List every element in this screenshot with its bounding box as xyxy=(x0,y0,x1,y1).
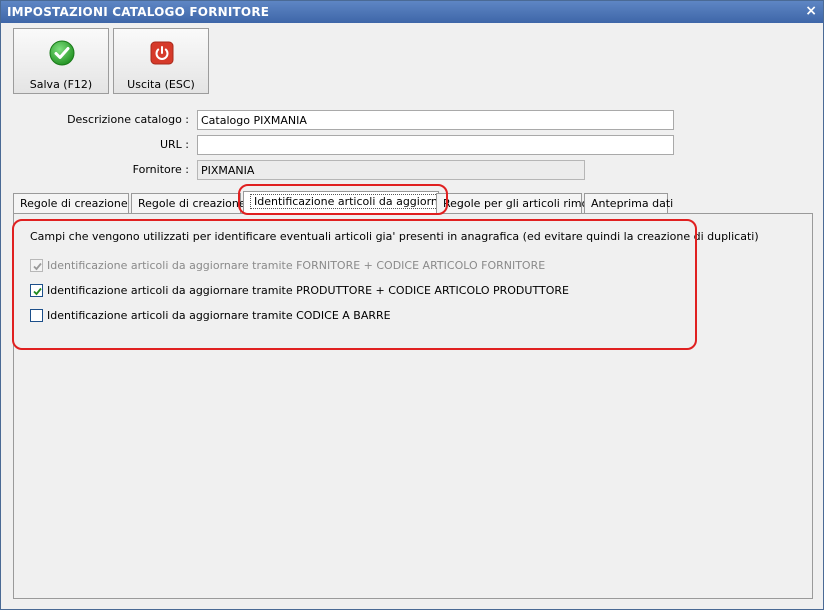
checkmark-icon xyxy=(33,262,42,271)
title-bar[interactable]: IMPOSTAZIONI CATALOGO FORNITORE × xyxy=(1,1,823,23)
option-label: Identificazione articoli da aggiornare t… xyxy=(47,309,391,322)
supplier-label: Fornitore : xyxy=(132,163,189,176)
exit-button[interactable]: Uscita (ESC) xyxy=(113,28,209,94)
description-label: Descrizione catalogo : xyxy=(67,113,189,126)
option-label: Identificazione articoli da aggiornare t… xyxy=(47,259,546,272)
url-input[interactable] xyxy=(197,135,674,155)
tab-panel: Campi che vengono utilizzati per identif… xyxy=(13,213,813,599)
dialog-window: IMPOSTAZIONI CATALOGO FORNITORE × Salva … xyxy=(0,0,824,610)
option-label: Identificazione articoli da aggiornare t… xyxy=(47,284,569,297)
save-button-label: Salva (F12) xyxy=(29,78,93,91)
check-circle-icon xyxy=(49,40,75,66)
checkbox-supplier-code[interactable] xyxy=(30,259,43,272)
close-icon[interactable]: × xyxy=(805,3,817,19)
dialog-body: Salva (F12) Uscita (ESC) Descrizione cat… xyxy=(1,23,823,609)
power-icon xyxy=(150,41,174,65)
description-input[interactable] xyxy=(197,110,674,130)
tab-item-identification[interactable]: Identificazione articoli da aggiornare xyxy=(243,191,460,213)
tab-removed-items-rules[interactable]: Regole per gli articoli rimossi xyxy=(436,193,603,213)
save-button[interactable]: Salva (F12) xyxy=(13,28,109,94)
checkbox-manufacturer-code[interactable] xyxy=(30,284,43,297)
exit-button-label: Uscita (ESC) xyxy=(127,78,195,91)
checkbox-barcode[interactable] xyxy=(30,309,43,322)
checkmark-icon xyxy=(33,287,42,296)
tab-data-preview[interactable]: Anteprima dati xyxy=(584,193,673,213)
tab-creation-rules-1[interactable]: Regole di creazione 1 xyxy=(13,193,138,213)
url-label: URL : xyxy=(159,138,189,151)
panel-intro-text: Campi che vengono utilizzati per identif… xyxy=(30,230,759,243)
tab-creation-rules-2[interactable]: Regole di creazione 2 xyxy=(131,193,256,213)
supplier-field xyxy=(197,160,585,180)
window-title: IMPOSTAZIONI CATALOGO FORNITORE xyxy=(7,5,270,19)
